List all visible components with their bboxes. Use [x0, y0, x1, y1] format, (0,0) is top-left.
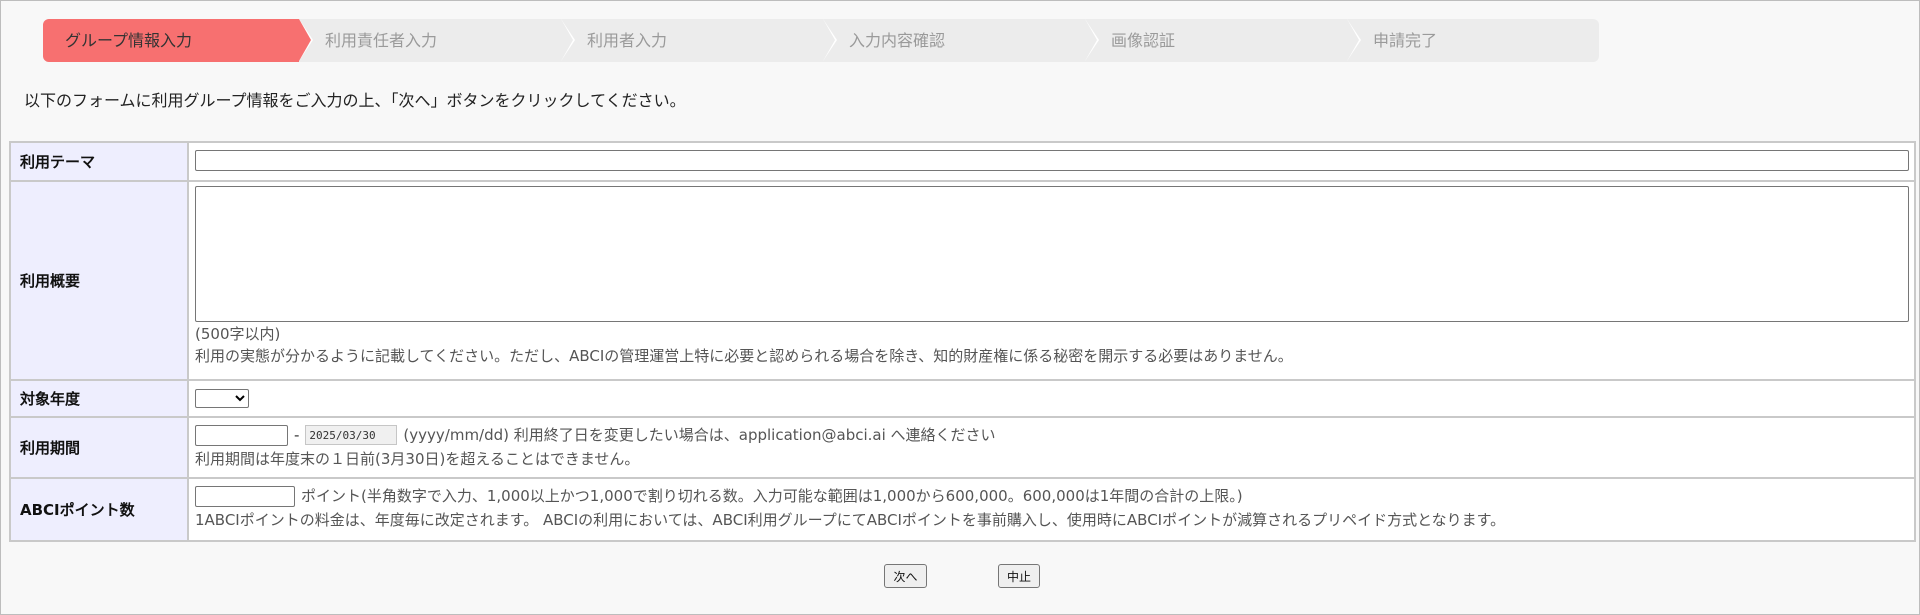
- theme-label: 利用テーマ: [11, 143, 189, 180]
- step-label: 画像認証: [1111, 31, 1176, 50]
- next-button[interactable]: 次へ: [884, 564, 927, 588]
- period-start-input[interactable]: [195, 424, 288, 446]
- step-confirm: 入力内容確認: [823, 19, 1099, 62]
- period-format-note: (yyyy/mm/dd) 利用終了日を変更したい場合は、application@…: [403, 426, 996, 444]
- step-label: 利用者入力: [587, 31, 668, 50]
- period-help-text: 利用期間は年度末の１日前(3月30日)を超えることはできません。: [195, 450, 640, 468]
- points-help-text: 1ABCIポイントの料金は、年度毎に改定されます。 ABCIの利用においては、A…: [195, 511, 1506, 529]
- step-users: 利用者入力: [561, 19, 837, 62]
- row-points: ABCIポイント数 ポイント(半角数字で入力、1,000以上かつ1,000で割り…: [11, 479, 1914, 540]
- points-label: ABCIポイント数: [11, 479, 189, 540]
- points-input[interactable]: [195, 485, 295, 507]
- step-responsible-person: 利用責任者入力: [299, 19, 575, 62]
- step-group-info: グループ情報入力: [43, 19, 313, 62]
- summary-label: 利用概要: [11, 182, 189, 379]
- step-label: 利用責任者入力: [325, 31, 438, 50]
- summary-limit-note: (500字以内): [195, 325, 281, 343]
- row-summary: 利用概要 (500字以内) 利用の実態が分かるように記載してください。ただし、A…: [11, 182, 1914, 381]
- period-end-input: [305, 425, 398, 445]
- page-frame: グループ情報入力 利用責任者入力 利用者入力 入力内容確認 画像認証 申請完了 …: [0, 0, 1920, 615]
- period-label: 利用期間: [11, 418, 189, 477]
- year-select[interactable]: [195, 389, 249, 408]
- row-period: 利用期間 - (yyyy/mm/dd) 利用終了日を変更したい場合は、appli…: [11, 418, 1914, 479]
- summary-help-text: 利用の実態が分かるように記載してください。ただし、ABCIの管理運営上特に必要と…: [195, 347, 1293, 365]
- row-year: 対象年度: [11, 381, 1914, 418]
- group-info-form: 利用テーマ 利用概要 (500字以内) 利用の実態が分かるように記載してください…: [9, 141, 1916, 542]
- period-dash: -: [294, 426, 300, 444]
- row-theme: 利用テーマ: [11, 143, 1914, 182]
- step-label: 入力内容確認: [849, 31, 946, 50]
- step-complete: 申請完了: [1347, 19, 1599, 62]
- step-captcha: 画像認証: [1085, 19, 1361, 62]
- theme-input[interactable]: [195, 150, 1909, 171]
- points-unit-note: ポイント(半角数字で入力、1,000以上かつ1,000で割り切れる数。入力可能な…: [301, 487, 1243, 505]
- year-label: 対象年度: [11, 381, 189, 416]
- cancel-button[interactable]: 中止: [998, 564, 1040, 588]
- step-label: 申請完了: [1373, 31, 1438, 50]
- summary-textarea[interactable]: [195, 186, 1909, 322]
- instruction-text: 以下のフォームに利用グループ情報をご入力の上、「次へ」ボタンをクリックしてくださ…: [24, 91, 686, 110]
- progress-steps: グループ情報入力 利用責任者入力 利用者入力 入力内容確認 画像認証 申請完了: [43, 19, 1599, 62]
- step-label: グループ情報入力: [65, 31, 193, 50]
